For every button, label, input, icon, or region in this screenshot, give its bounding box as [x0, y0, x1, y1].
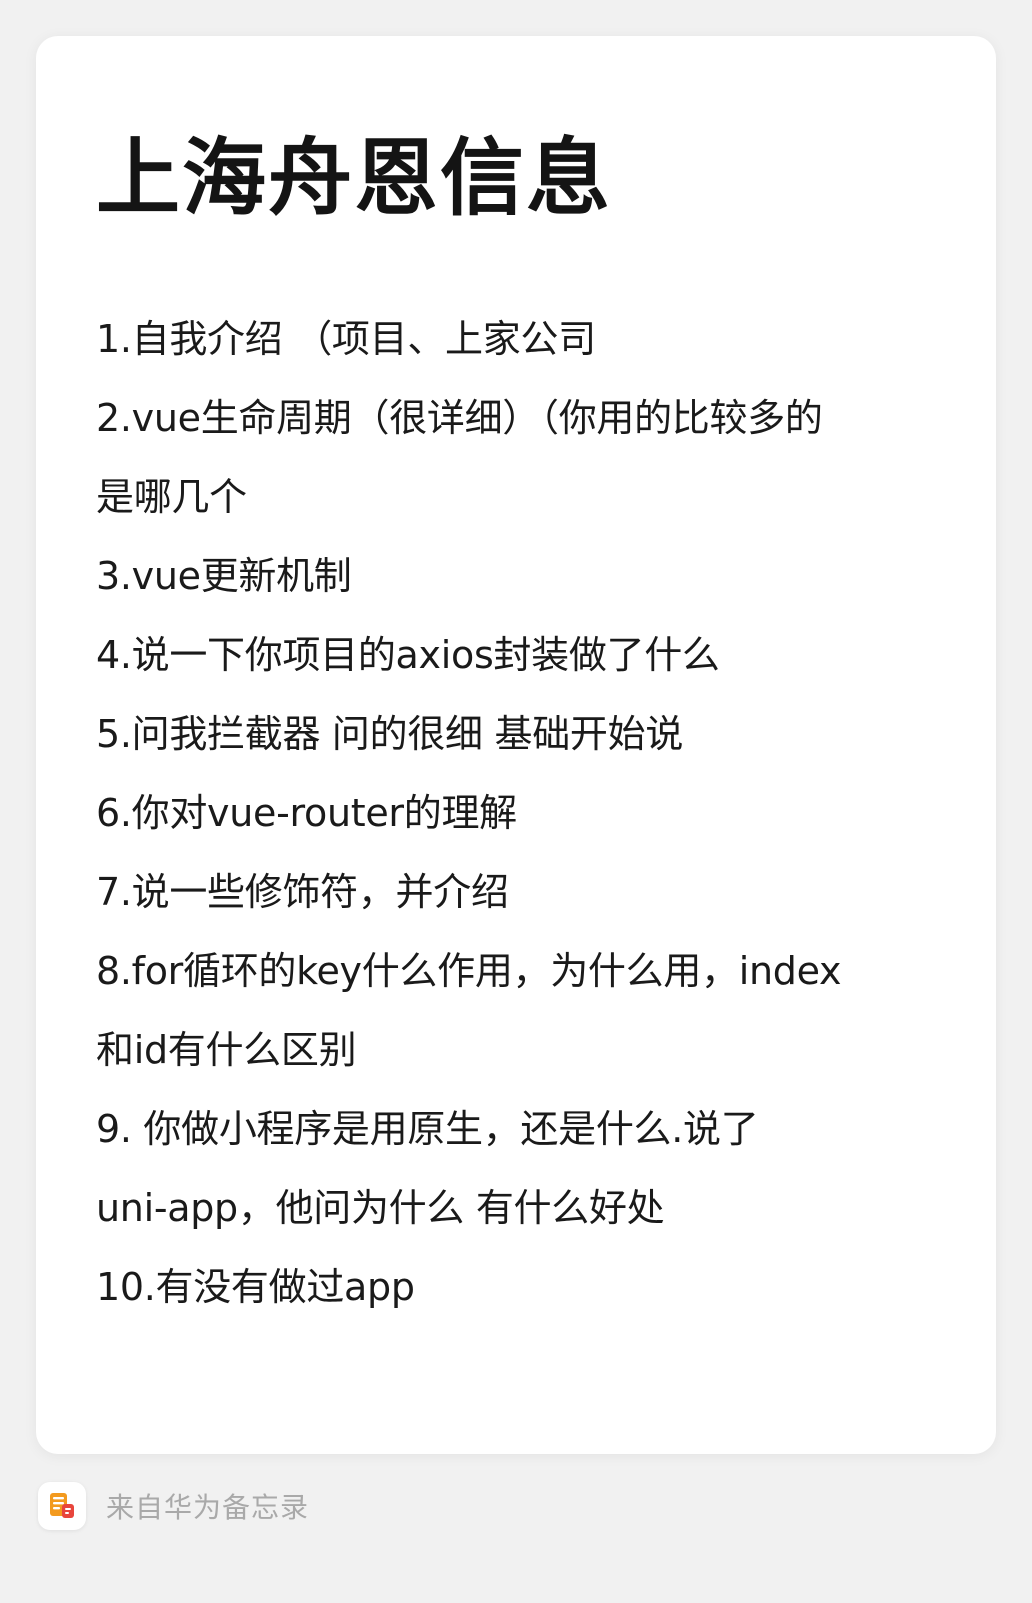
note-line: 和id有什么区别 [96, 1028, 357, 1072]
source-footer: 来自华为备忘录 [38, 1482, 309, 1530]
note-card: 上海舟恩信息 1.自我介绍 （项目、上家公司 2.vue生命周期（很详细）（你用… [36, 36, 996, 1454]
note-line: 6.你对vue-router的理解 [96, 791, 517, 835]
note-line: 4.说一下你项目的axios封装做了什么 [96, 633, 720, 677]
note-line: 9. 你做小程序是用原生，还是什么.说了 [96, 1107, 759, 1151]
note-title: 上海舟恩信息 [96, 129, 613, 227]
note-body: 1.自我介绍 （项目、上家公司 2.vue生命周期（很详细）（你用的比较多的 是… [96, 300, 936, 1327]
note-line: 7.说一些修饰符，并介绍 [96, 870, 509, 914]
notepad-app-icon [38, 1482, 86, 1530]
note-line: 5.问我拦截器 问的很细 基础开始说 [96, 712, 684, 756]
note-line: 8.for循环的key什么作用，为什么用，index [96, 949, 842, 993]
note-line: 3.vue更新机制 [96, 554, 352, 598]
note-line: uni-app，他问为什么 有什么好处 [96, 1186, 665, 1230]
note-line: 10.有没有做过app [96, 1265, 415, 1309]
note-line: 2.vue生命周期（很详细）（你用的比较多的 [96, 396, 823, 440]
note-line: 是哪几个 [96, 475, 247, 519]
note-line: 1.自我介绍 （项目、上家公司 [96, 317, 596, 361]
footer-source-text: 来自华为备忘录 [106, 1491, 310, 1524]
